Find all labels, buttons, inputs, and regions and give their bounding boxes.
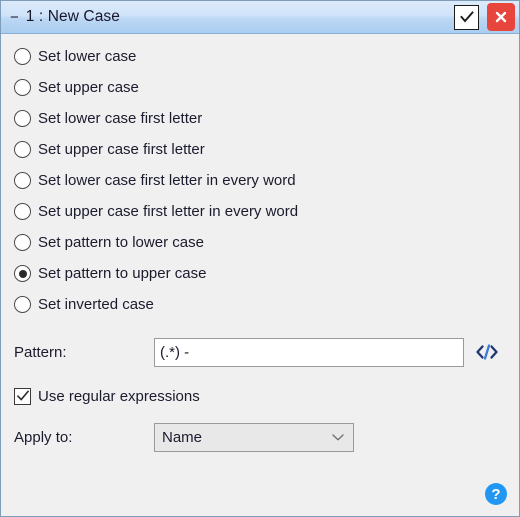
radio-option-label: Set upper case first letter in every wor… bbox=[38, 203, 299, 220]
accept-button[interactable] bbox=[454, 4, 479, 30]
radio-indicator-icon bbox=[14, 234, 31, 251]
apply-to-label: Apply to: bbox=[14, 428, 73, 446]
pattern-label: Pattern: bbox=[14, 343, 67, 361]
collapse-dash-icon[interactable]: − bbox=[10, 10, 19, 25]
dialog-content: Set lower case Set upper case Set lower … bbox=[1, 34, 519, 455]
radio-indicator-icon bbox=[14, 141, 31, 158]
code-brackets-icon[interactable] bbox=[474, 339, 500, 365]
radio-option-set-lower-case[interactable]: Set lower case bbox=[1, 41, 519, 72]
chevron-down-icon bbox=[331, 432, 345, 442]
close-x-icon bbox=[493, 9, 509, 25]
radio-option-set-upper-case[interactable]: Set upper case bbox=[1, 72, 519, 103]
case-option-radio-group: Set lower case Set upper case Set lower … bbox=[1, 34, 519, 320]
radio-indicator-icon bbox=[14, 203, 31, 220]
checkbox-indicator-icon bbox=[14, 387, 31, 405]
help-button[interactable]: ? bbox=[485, 483, 507, 505]
use-regular-expressions-checkbox[interactable]: Use regular expressions bbox=[1, 381, 519, 411]
pattern-row: Pattern: bbox=[1, 330, 519, 374]
radio-option-set-pattern-to-lower-case[interactable]: Set pattern to lower case bbox=[1, 227, 519, 258]
radio-indicator-icon bbox=[14, 48, 31, 65]
checkmark-icon bbox=[459, 9, 475, 25]
radio-indicator-icon bbox=[14, 79, 31, 96]
radio-option-set-upper-case-first-letter-every-word[interactable]: Set upper case first letter in every wor… bbox=[1, 196, 519, 227]
radio-option-set-pattern-to-upper-case[interactable]: Set pattern to upper case bbox=[1, 258, 519, 289]
window-title: 1 : New Case bbox=[25, 8, 121, 25]
help-question-icon: ? bbox=[491, 485, 501, 503]
radio-option-label: Set inverted case bbox=[38, 296, 154, 313]
radio-option-set-inverted-case[interactable]: Set inverted case bbox=[1, 289, 519, 320]
radio-option-label: Set upper case first letter bbox=[38, 141, 205, 158]
radio-indicator-icon bbox=[14, 110, 31, 127]
pattern-input[interactable] bbox=[154, 337, 464, 367]
radio-option-set-upper-case-first-letter[interactable]: Set upper case first letter bbox=[1, 134, 519, 165]
radio-indicator-icon bbox=[14, 172, 31, 189]
radio-option-label: Set upper case bbox=[38, 79, 139, 96]
apply-to-row: Apply to: Name bbox=[1, 419, 519, 455]
radio-option-set-lower-case-first-letter-every-word[interactable]: Set lower case first letter in every wor… bbox=[1, 165, 519, 196]
radio-indicator-icon bbox=[14, 296, 31, 313]
radio-option-label: Set pattern to lower case bbox=[38, 234, 204, 251]
radio-option-label: Set lower case bbox=[38, 48, 137, 65]
radio-option-label: Set lower case first letter bbox=[38, 110, 203, 127]
radio-indicator-icon bbox=[14, 265, 31, 282]
close-button[interactable] bbox=[487, 3, 515, 31]
radio-option-set-lower-case-first-letter[interactable]: Set lower case first letter bbox=[1, 103, 519, 134]
apply-to-selected-value: Name bbox=[162, 428, 203, 446]
title-bar: − 1 : New Case bbox=[1, 1, 519, 34]
apply-to-select[interactable]: Name bbox=[154, 422, 354, 452]
radio-option-label: Set lower case first letter in every wor… bbox=[38, 172, 296, 189]
use-regular-expressions-label: Use regular expressions bbox=[38, 387, 200, 405]
new-case-dialog: − 1 : New Case Set lower case Set upper … bbox=[0, 0, 520, 517]
radio-option-label: Set pattern to upper case bbox=[38, 265, 207, 282]
